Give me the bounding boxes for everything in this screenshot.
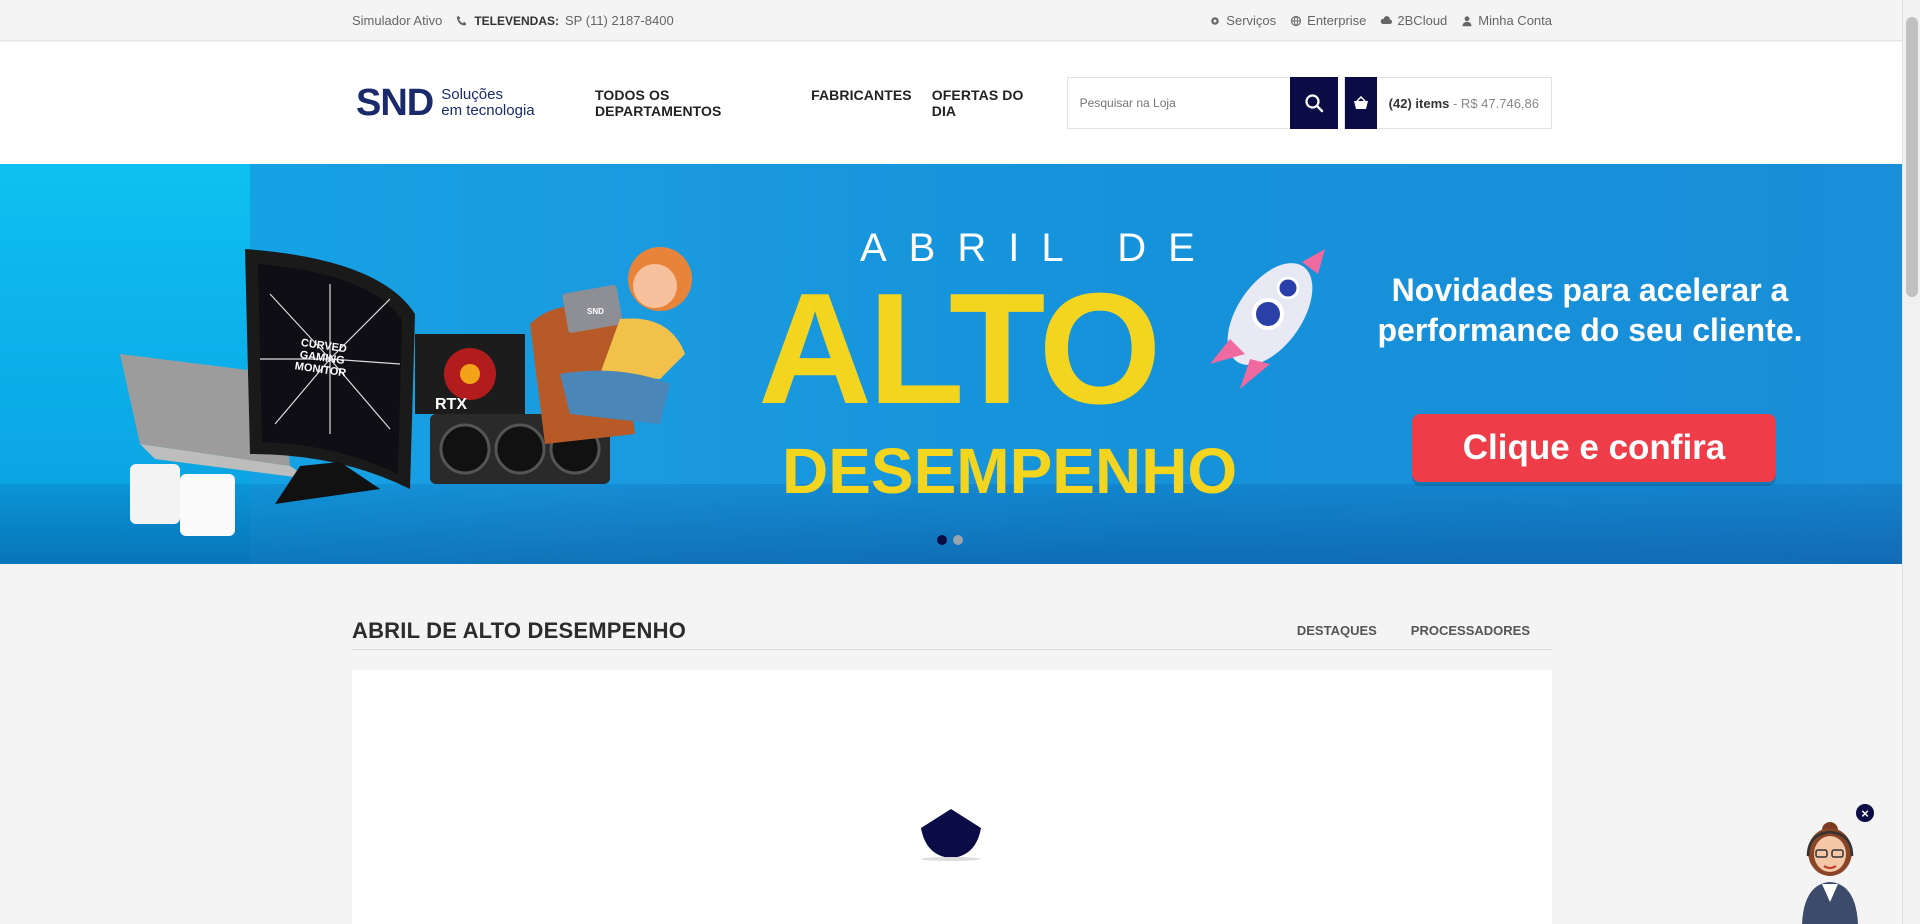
carousel-dot-2[interactable] bbox=[953, 535, 963, 545]
products-panel bbox=[352, 670, 1552, 924]
tab-destaques[interactable]: DESTAQUES bbox=[1297, 623, 1377, 638]
my-account-link[interactable]: Minha Conta bbox=[1461, 13, 1552, 28]
logo[interactable]: SND Soluções em tecnologia bbox=[356, 68, 550, 138]
main-nav: TODOS OS DEPARTAMENTOS FABRICANTES OFERT… bbox=[595, 87, 1047, 119]
services-label: Serviços bbox=[1226, 13, 1277, 28]
televendas-label: TELEVENDAS: bbox=[474, 13, 560, 28]
user-icon bbox=[1462, 15, 1472, 26]
banner-line-desempenho: DESEMPENHO bbox=[782, 435, 1238, 507]
banner-line-alto: ALTO bbox=[758, 261, 1161, 437]
section-header: ABRIL DE ALTO DESEMPENHO DESTAQUES PROCE… bbox=[352, 612, 1552, 650]
chat-close-button[interactable]: × bbox=[1856, 804, 1874, 822]
carousel-dot-1[interactable] bbox=[937, 535, 947, 545]
gear-icon bbox=[1211, 16, 1220, 25]
banner-cta-button[interactable]: Clique e confira bbox=[1412, 414, 1776, 482]
2bcloud-label: 2BCloud bbox=[1397, 13, 1448, 28]
banner-headline: Novidades para acelerar a performance do… bbox=[1377, 272, 1803, 348]
logo-brand: SND bbox=[356, 81, 434, 124]
basket-icon bbox=[1344, 77, 1377, 129]
services-link[interactable]: Serviços bbox=[1209, 13, 1276, 28]
hero-banner[interactable]: CURVEDGAMINGMONITOR RTX SND ABRIL DE ALT… bbox=[0, 164, 1902, 564]
nav-manufacturers[interactable]: FABRICANTES bbox=[811, 87, 912, 119]
tab-processadores[interactable]: PROCESSADORES bbox=[1411, 623, 1530, 638]
cloud-icon bbox=[1381, 15, 1393, 24]
cart-button[interactable]: (42) items - R$ 47.746,86 bbox=[1343, 77, 1552, 129]
globe-icon bbox=[1291, 15, 1302, 26]
loading-spinner-icon bbox=[921, 809, 981, 861]
banner-laptop-logo: SND bbox=[587, 307, 604, 316]
search-icon bbox=[1305, 94, 1323, 113]
cart-item-count: (42) items bbox=[1388, 95, 1450, 111]
search-bar bbox=[1066, 77, 1338, 129]
scrollbar-thumb[interactable] bbox=[1906, 17, 1918, 297]
phone-icon bbox=[457, 15, 467, 25]
site-header: SND Soluções em tecnologia TODOS OS DEPA… bbox=[0, 42, 1902, 164]
banner-gpu-rtx: RTX bbox=[435, 396, 467, 413]
search-button[interactable] bbox=[1289, 77, 1338, 129]
phone-number: SP (11) 2187-8400 bbox=[565, 13, 674, 28]
carousel-dots bbox=[937, 535, 963, 545]
top-bar: Simulador Ativo TELEVENDAS: SP (11) 2187… bbox=[0, 0, 1902, 41]
section-tabs: DESTAQUES PROCESSADORES bbox=[1297, 623, 1530, 638]
my-account-label: Minha Conta bbox=[1478, 13, 1552, 28]
nav-all-departments[interactable]: TODOS OS DEPARTAMENTOS bbox=[595, 87, 791, 119]
2bcloud-link[interactable]: 2BCloud bbox=[1380, 13, 1447, 28]
cart-summary: (42) items - R$ 47.746,86 bbox=[1377, 96, 1551, 111]
chat-assistant-avatar[interactable] bbox=[1796, 812, 1866, 924]
simulator-status: Simulador Ativo bbox=[352, 13, 443, 28]
banner-monitor-text: CURVEDGAMINGMONITOR bbox=[294, 337, 350, 380]
televendas-contact: TELEVENDAS: SP (11) 2187-8400 bbox=[456, 13, 674, 28]
rocket-icon bbox=[1210, 249, 1325, 389]
section-title: ABRIL DE ALTO DESEMPENHO bbox=[352, 617, 687, 643]
nav-daily-offers[interactable]: OFERTAS DO DIA bbox=[932, 87, 1047, 119]
banner-products-illustration: CURVEDGAMINGMONITOR RTX SND bbox=[120, 247, 692, 536]
page-scrollbar[interactable] bbox=[1902, 0, 1920, 924]
search-input[interactable] bbox=[1066, 77, 1290, 129]
enterprise-label: Enterprise bbox=[1307, 13, 1367, 28]
cart-total: - R$ 47.746,86 bbox=[1449, 95, 1539, 111]
enterprise-link[interactable]: Enterprise bbox=[1290, 13, 1366, 28]
logo-tagline: Soluções em tecnologia bbox=[441, 86, 535, 119]
